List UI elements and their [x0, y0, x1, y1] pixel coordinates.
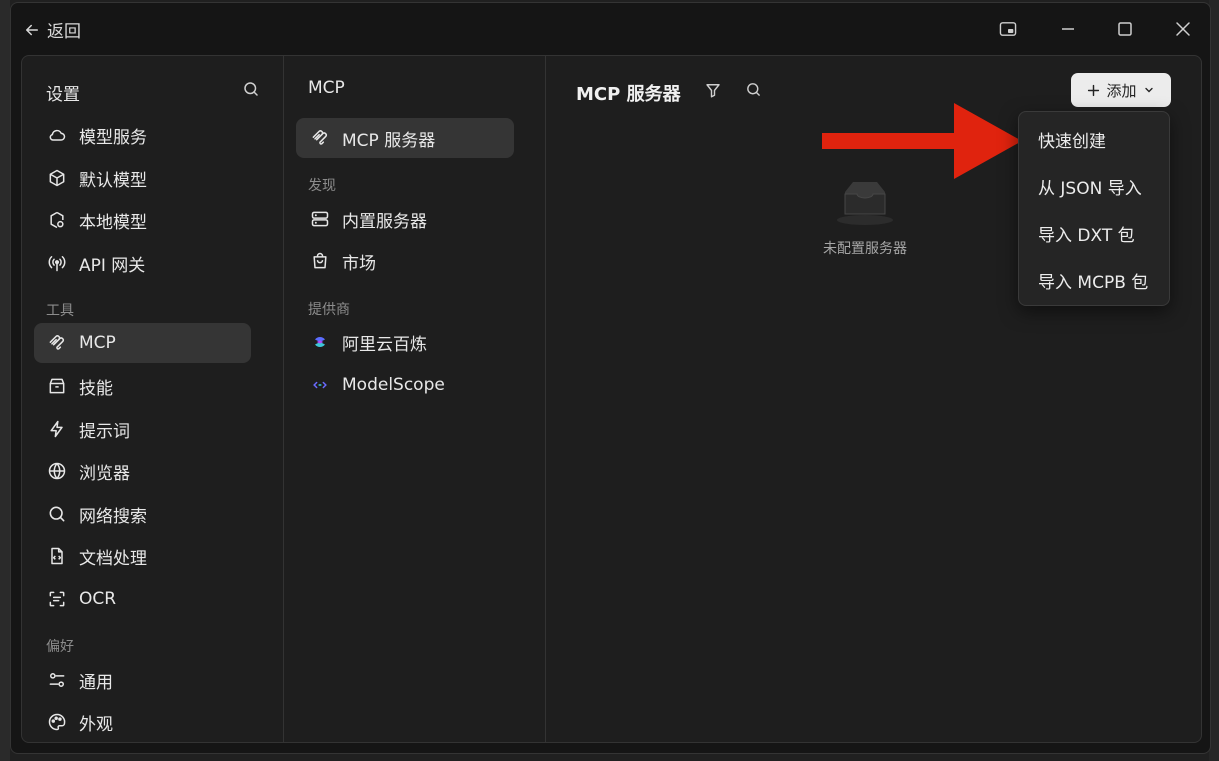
add-button[interactable]: 添加 — [1071, 73, 1171, 107]
subnav-item-label: MCP 服务器 — [342, 130, 436, 151]
sidebar-item-label: 默认模型 — [79, 170, 147, 191]
maximize-icon — [1118, 22, 1132, 36]
globe-icon — [48, 462, 66, 480]
settings-search-button[interactable] — [242, 80, 260, 102]
section-label-tools: 工具 — [46, 303, 74, 319]
filter-button[interactable] — [704, 81, 722, 103]
search-icon — [49, 506, 65, 522]
section-label-providers: 提供商 — [308, 302, 350, 318]
sidebar-item-prompts[interactable]: 提示词 — [34, 409, 251, 449]
settings-sidebar: 设置 模型服务 默认模型 本地模型 API 网关 工具 MCP 技能 提示词 浏… — [22, 56, 284, 742]
sidebar-item-ocr[interactable]: OCR — [34, 579, 251, 619]
red-arrow-annotation — [822, 103, 1022, 179]
shopping-bag-icon — [313, 252, 327, 269]
menu-item-import-mcpb[interactable]: 导入 MCPB 包 — [1019, 258, 1169, 302]
cube-icon — [49, 169, 65, 187]
subnav-item-aliyun-bailian[interactable]: 阿里云百炼 — [296, 322, 514, 362]
sidebar-item-label: 文档处理 — [79, 548, 147, 569]
subnav-item-label: ModelScope — [342, 375, 445, 395]
scan-icon — [49, 591, 65, 607]
mcp-icon — [312, 130, 327, 145]
sidebar-item-label: 通用 — [79, 672, 113, 693]
local-model-icon — [50, 211, 64, 229]
title-bar: 返回 — [11, 3, 1210, 55]
search-icon — [747, 83, 760, 96]
sidebar-item-general[interactable]: 通用 — [34, 660, 251, 700]
subnav-item-label: 内置服务器 — [342, 211, 427, 232]
sidebar-item-local-model[interactable]: 本地模型 — [34, 200, 251, 240]
minimize-icon — [1062, 28, 1074, 30]
subnav-item-label: 市场 — [342, 253, 376, 274]
menu-item-import-dxt[interactable]: 导入 DXT 包 — [1019, 211, 1169, 255]
arrow-left-icon — [26, 24, 38, 35]
palette-icon — [48, 713, 66, 731]
empty-state-label: 未配置服务器 — [823, 241, 907, 257]
mcp-subnav-title: MCP — [308, 78, 345, 98]
empty-state: 未配置服务器 — [810, 180, 920, 258]
sidebar-item-label: API 网关 — [79, 255, 146, 276]
sidebar-item-label: 模型服务 — [79, 127, 147, 148]
sidebar-item-browser[interactable]: 浏览器 — [34, 451, 251, 491]
modelscope-logo-icon — [313, 381, 327, 389]
subnav-item-builtin-servers[interactable]: 内置服务器 — [296, 199, 514, 239]
maximize-button[interactable] — [1111, 15, 1139, 43]
subnav-item-mcp-servers[interactable]: MCP 服务器 — [296, 118, 514, 158]
lightning-icon — [50, 420, 63, 438]
add-dropdown-menu: 快速创建 从 JSON 导入 导入 DXT 包 导入 MCPB 包 — [1018, 111, 1170, 306]
sidebar-item-web-search[interactable]: 网络搜索 — [34, 494, 251, 534]
sidebar-item-label: 外观 — [79, 714, 113, 735]
background-app-left-edge — [0, 0, 10, 761]
picture-in-picture-icon — [999, 22, 1017, 36]
sidebar-item-label: OCR — [79, 589, 117, 609]
sidebar-item-mcp[interactable]: MCP — [34, 323, 251, 363]
chevron-down-icon — [1144, 87, 1153, 93]
sidebar-item-appearance[interactable]: 外观 — [34, 702, 251, 742]
sidebar-item-label: 网络搜索 — [79, 506, 147, 527]
sidebar-item-document[interactable]: 文档处理 — [34, 536, 251, 576]
sidebar-item-label: MCP — [79, 333, 116, 353]
aliyun-bailian-logo-icon — [315, 337, 325, 347]
document-icon — [51, 547, 63, 565]
sidebar-item-label: 提示词 — [79, 421, 130, 442]
plus-icon — [1088, 84, 1100, 96]
cloud-icon — [49, 129, 66, 141]
sidebar-item-skills[interactable]: 技能 — [34, 366, 251, 406]
menu-item-quick-create[interactable]: 快速创建 — [1019, 117, 1169, 161]
section-label-preferences: 偏好 — [46, 639, 74, 655]
close-icon — [1176, 22, 1190, 36]
sidebar-item-label: 浏览器 — [79, 463, 130, 484]
menu-item-import-json[interactable]: 从 JSON 导入 — [1019, 164, 1169, 208]
server-icon — [311, 211, 329, 227]
subnav-item-modelscope[interactable]: ModelScope — [296, 365, 514, 405]
settings-title: 设置 — [46, 85, 80, 105]
sliders-icon — [49, 673, 65, 687]
add-button-label: 添加 — [1106, 81, 1137, 100]
minimize-button[interactable] — [1054, 15, 1082, 43]
sidebar-item-label: 技能 — [79, 378, 113, 399]
section-label-discover: 发现 — [308, 178, 336, 194]
sidebar-item-default-model[interactable]: 默认模型 — [34, 158, 251, 198]
sidebar-item-label: 本地模型 — [79, 212, 147, 233]
picture-in-picture-button[interactable] — [994, 15, 1022, 43]
antenna-icon — [48, 256, 66, 272]
sidebar-item-model-service[interactable]: 模型服务 — [34, 115, 251, 155]
search-icon — [244, 82, 258, 96]
back-button[interactable]: 返回 — [23, 17, 81, 42]
subnav-item-market[interactable]: 市场 — [296, 241, 514, 281]
search-button[interactable] — [745, 81, 762, 102]
back-label: 返回 — [47, 22, 81, 42]
skill-icon — [49, 378, 65, 394]
empty-inbox-icon — [837, 182, 893, 225]
filter-icon — [706, 84, 720, 98]
mcp-subnav: MCP MCP 服务器 发现 内置服务器 市场 提供商 阿里云百炼 ModelS… — [284, 56, 546, 742]
subnav-item-label: 阿里云百炼 — [342, 334, 427, 355]
mcp-icon — [49, 335, 64, 350]
close-button[interactable] — [1169, 15, 1197, 43]
sidebar-item-api-gateway[interactable]: API 网关 — [34, 243, 251, 283]
page-title: MCP 服务器 — [576, 84, 681, 105]
